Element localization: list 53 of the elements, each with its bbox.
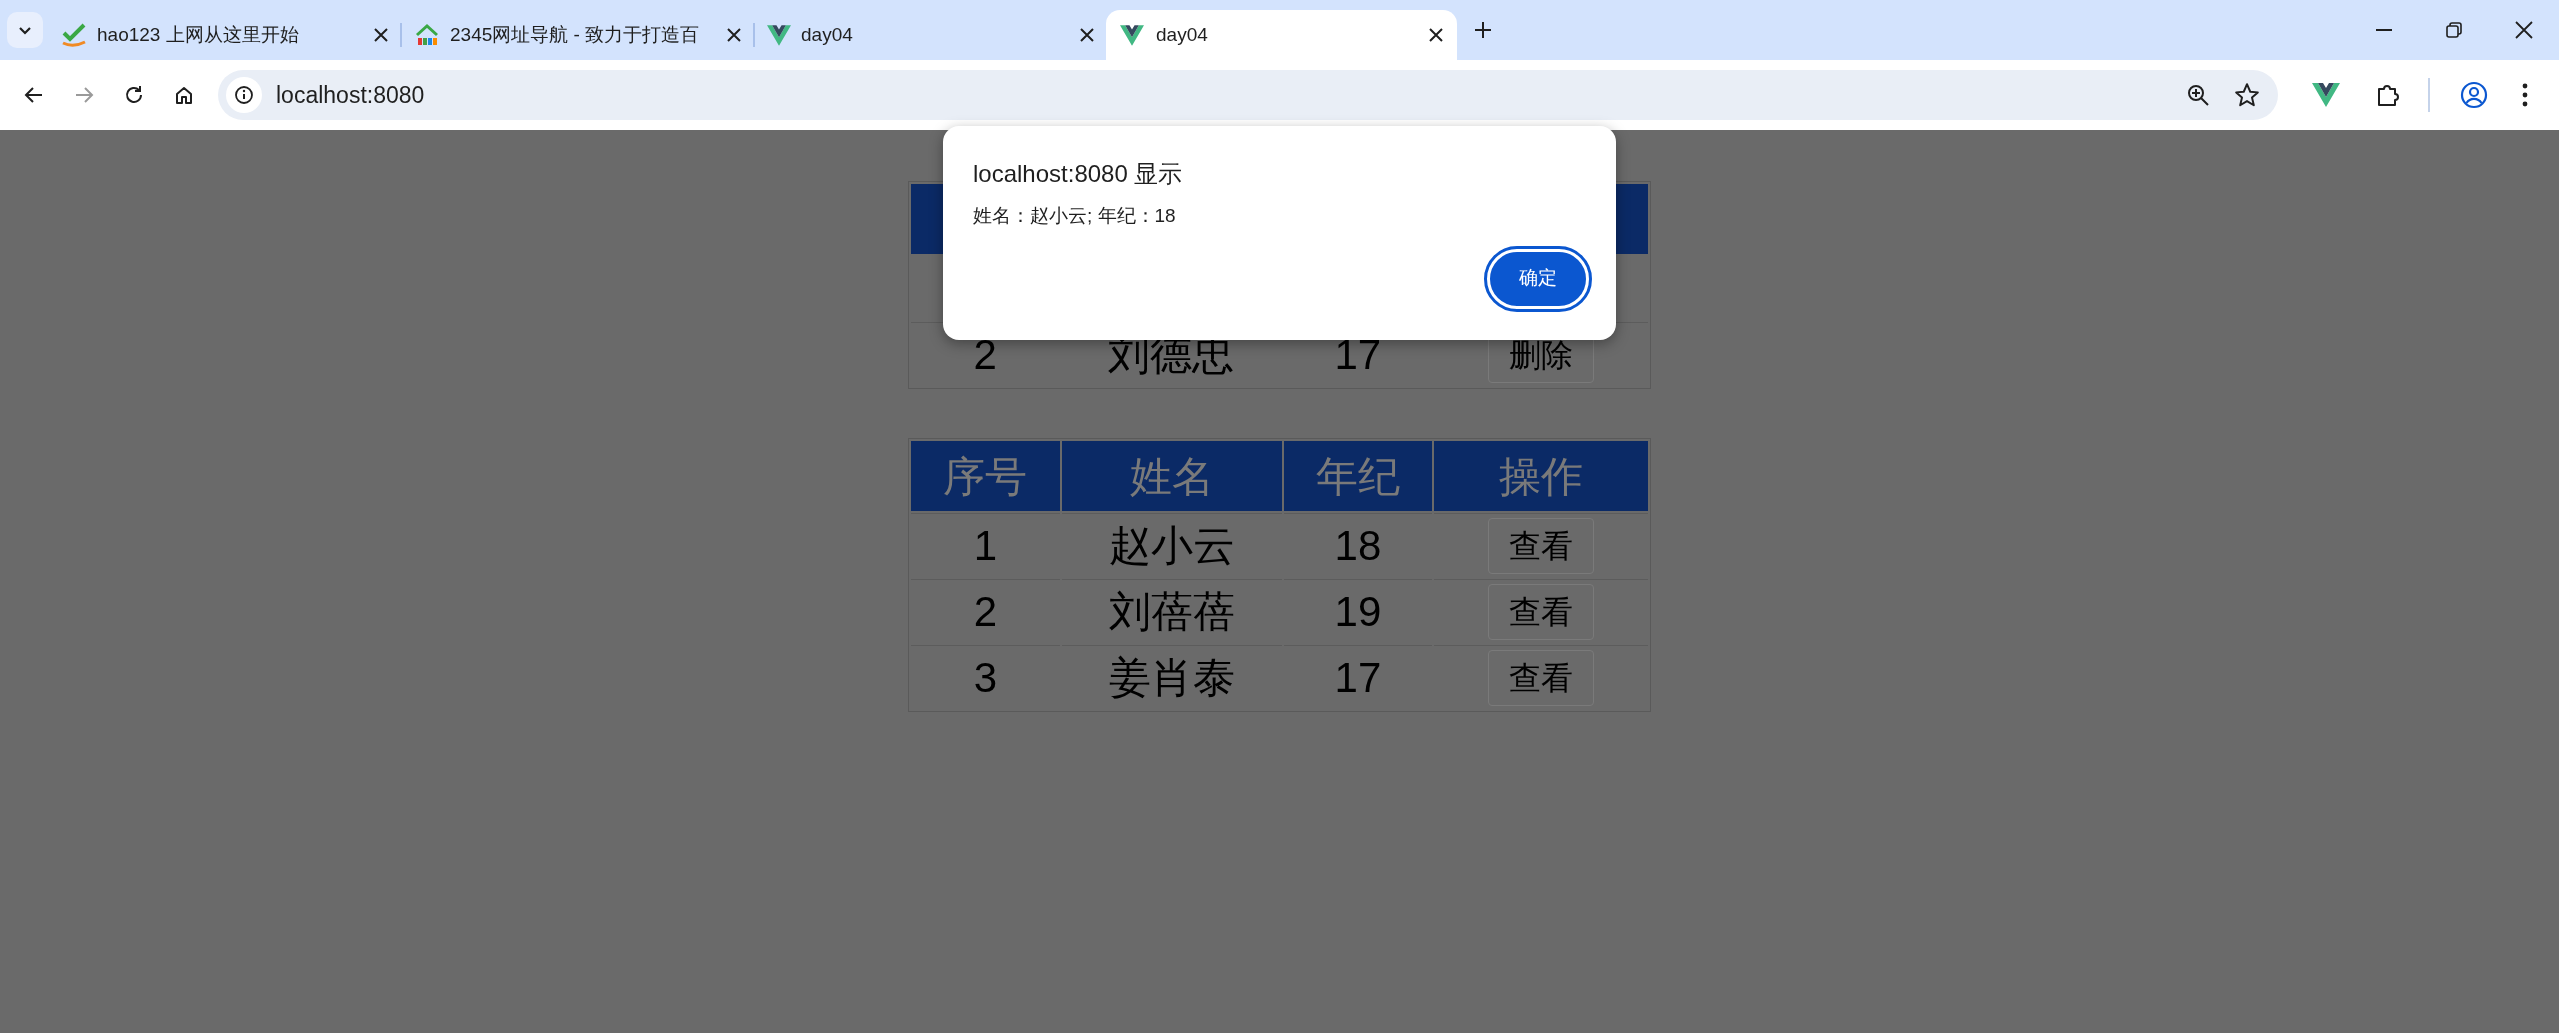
vue-extension-icon[interactable] bbox=[2312, 83, 2340, 107]
close-tab-icon[interactable] bbox=[374, 28, 388, 42]
address-text: localhost:8080 bbox=[276, 80, 425, 110]
menu-icon[interactable] bbox=[2522, 83, 2528, 107]
reload-icon bbox=[124, 85, 144, 105]
column-header: 序号 bbox=[911, 441, 1060, 511]
close-icon bbox=[2515, 21, 2533, 39]
close-tab-icon[interactable] bbox=[1080, 28, 1094, 42]
close-tab-icon[interactable] bbox=[1429, 28, 1443, 42]
table-cell: 2 bbox=[911, 579, 1060, 643]
browser-tab[interactable]: 2345网址导航 - 致力于打造百 bbox=[402, 10, 753, 60]
action-button[interactable]: 查看 bbox=[1488, 517, 1595, 574]
tab-title: day04 bbox=[801, 22, 854, 47]
dialog-message: 姓名：赵小云; 年纪：18 bbox=[973, 204, 1177, 228]
table-cell: 姜肖泰 bbox=[1061, 645, 1282, 709]
browser-tab[interactable]: hao123 上网从这里开始 bbox=[49, 10, 400, 60]
action-button[interactable]: 查看 bbox=[1488, 649, 1595, 706]
minimize-icon bbox=[2376, 29, 2392, 31]
tab-title: 2345网址导航 - 致力于打造百 bbox=[450, 22, 701, 47]
column-header: 姓名 bbox=[1061, 441, 1282, 511]
zoom-in-icon[interactable] bbox=[2186, 83, 2210, 107]
table-cell: 刘蓓蓓 bbox=[1061, 579, 1282, 643]
table-cell: 18 bbox=[1283, 513, 1433, 577]
browser-tab[interactable]: day04 bbox=[1106, 10, 1457, 60]
profile-icon[interactable] bbox=[2460, 81, 2488, 109]
vue-logo-icon bbox=[767, 24, 791, 46]
action-button[interactable]: 查看 bbox=[1488, 583, 1595, 640]
site-info-icon[interactable] bbox=[226, 77, 262, 113]
house-logo-icon bbox=[414, 23, 440, 47]
check-logo-icon bbox=[61, 23, 87, 47]
tab-search-button[interactable] bbox=[6, 12, 43, 48]
table-cell: 赵小云 bbox=[1061, 513, 1282, 577]
puzzle-icon[interactable] bbox=[2376, 82, 2402, 108]
table-cell: 17 bbox=[1283, 645, 1433, 709]
close-tab-icon[interactable] bbox=[727, 28, 741, 42]
back-arrow-icon bbox=[24, 85, 44, 105]
column-header: 年纪 bbox=[1283, 441, 1433, 511]
column-header: 操作 bbox=[1434, 441, 1648, 511]
table-cell: 3 bbox=[911, 645, 1060, 709]
ok-button[interactable]: 确定 bbox=[1487, 248, 1589, 309]
vue-logo-icon bbox=[1120, 24, 1144, 46]
plus-icon bbox=[1473, 20, 1493, 40]
table-cell: 19 bbox=[1283, 579, 1433, 643]
forward-arrow-icon bbox=[74, 85, 94, 105]
address-bar[interactable]: localhost:8080 bbox=[218, 70, 2278, 120]
home-icon bbox=[174, 85, 194, 105]
star-icon[interactable] bbox=[2234, 82, 2260, 108]
tab-title: hao123 上网从这里开始 bbox=[97, 22, 300, 47]
tab-title: day04 bbox=[1156, 22, 1209, 47]
restore-icon bbox=[2446, 22, 2462, 38]
dialog-title: localhost:8080 显示 bbox=[973, 159, 1184, 189]
table-cell: 1 bbox=[911, 513, 1060, 577]
browser-tab[interactable]: day04 bbox=[755, 10, 1106, 60]
